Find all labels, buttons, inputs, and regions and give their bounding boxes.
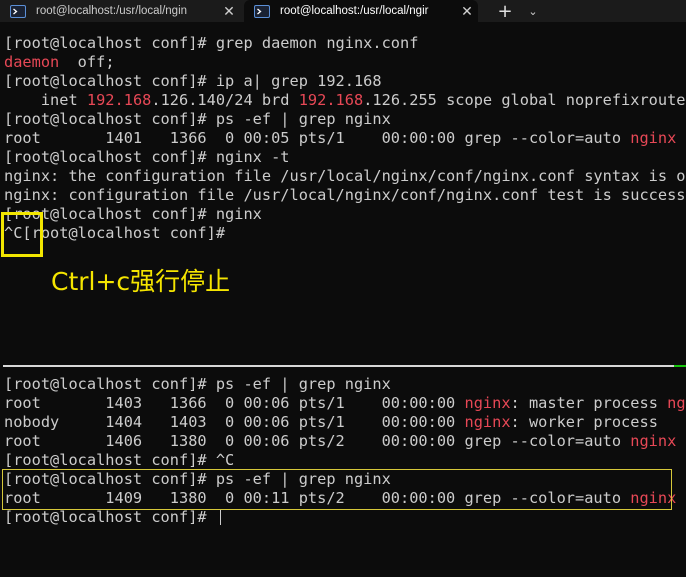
terminal-line: [root@localhost conf]# ps -ef | grep ngi…: [4, 375, 686, 394]
terminal-line: root 1406 1380 0 00:06 pts/2 00:00:00 gr…: [4, 432, 686, 451]
tab-session-1[interactable]: root@localhost:/usr/local/ngin ✕: [0, 0, 240, 22]
new-tab-button[interactable]: +: [492, 0, 518, 22]
terminal-line: [root@localhost conf]#: [4, 508, 686, 527]
terminal-text: [root@localhost conf]#: [4, 508, 216, 526]
pane-divider[interactable]: [3, 365, 686, 367]
tab-title: root@localhost:/usr/local/ngin: [36, 5, 188, 17]
terminal-icon: [10, 4, 26, 18]
terminal-pane-top[interactable]: [root@localhost conf]# grep daemon nginx…: [4, 34, 686, 244]
terminal-line: daemon off;: [4, 53, 686, 72]
terminal-line: nginx: configuration file /usr/local/ngi…: [4, 186, 686, 205]
terminal-text: root 1401 1366 0 00:05 pts/1 00:00:00 gr…: [4, 129, 631, 147]
highlighted-match-text: nginx: [630, 432, 677, 450]
terminal-window: root@localhost:/usr/local/ngin ✕ root@lo…: [0, 0, 686, 577]
terminal-line: nobody 1404 1403 0 00:06 pts/1 00:00:00 …: [4, 413, 686, 432]
terminal-line: [root@localhost conf]# grep daemon nginx…: [4, 34, 686, 53]
terminal-text: [root@localhost conf]# ip a| grep 192.16…: [4, 72, 382, 90]
terminal-text: nobody 1404 1403 0 00:06 pts/1 00:00:00: [4, 413, 465, 431]
terminal-text: root 1403 1366 0 00:06 pts/1 00:00:00: [4, 394, 465, 412]
chevron-down-icon[interactable]: ⌄: [522, 0, 544, 22]
close-icon[interactable]: ✕: [456, 3, 478, 20]
tab-bar: root@localhost:/usr/local/ngin ✕ root@lo…: [0, 0, 686, 22]
terminal-line: [root@localhost conf]# nginx: [4, 205, 686, 224]
terminal-text: .126.140/24 brd: [151, 91, 299, 109]
annotation-text: Ctrl+c强行停止: [51, 267, 231, 296]
terminal-text: inet: [4, 91, 87, 109]
terminal-text: off;: [59, 53, 115, 71]
terminal-text: : master process: [510, 394, 668, 412]
terminal-line: [root@localhost conf]# ip a| grep 192.16…: [4, 72, 686, 91]
terminal-pane-bottom[interactable]: [root@localhost conf]# ps -ef | grep ngi…: [4, 375, 686, 535]
terminal-line: [root@localhost conf]# nginx -t: [4, 148, 686, 167]
terminal-line: inet 192.168.126.140/24 brd 192.168.126.…: [4, 91, 686, 110]
terminal-text: [root@localhost conf]# ps -ef | grep ngi…: [4, 110, 391, 128]
terminal-line: [root@localhost conf]# ps -ef | grep ngi…: [4, 110, 686, 129]
highlighted-match-text: nginx: [464, 394, 511, 412]
tab-session-2[interactable]: root@localhost:/usr/local/ngir ✕: [244, 0, 478, 22]
terminal-text: .126.255 scope global noprefixroute d: [363, 91, 686, 109]
highlighted-match-text: ngin: [667, 394, 686, 412]
text-cursor: [219, 509, 221, 525]
terminal-line: ^C[root@localhost conf]#: [4, 224, 686, 243]
highlighted-match-text: daemon: [4, 53, 60, 71]
terminal-text: nginx: configuration file /usr/local/ngi…: [4, 186, 686, 204]
terminal-icon: [254, 4, 270, 18]
terminal-line: nginx: the configuration file /usr/local…: [4, 167, 686, 186]
annotation-highlight-box: [1, 212, 43, 257]
highlighted-match-text: 192.168: [86, 91, 152, 109]
terminal-text: nginx: the configuration file /usr/local…: [4, 167, 686, 185]
terminal-text: [root@localhost conf]# ^C: [4, 451, 235, 469]
terminal-text: [root@localhost conf]# grep daemon nginx…: [4, 34, 419, 52]
active-pane-indicator: [674, 365, 686, 367]
terminal-text: [root@localhost conf]# ps -ef | grep ngi…: [4, 375, 391, 393]
terminal-text: root 1406 1380 0 00:06 pts/2 00:00:00 gr…: [4, 432, 631, 450]
terminal-line: root 1401 1366 0 00:05 pts/1 00:00:00 gr…: [4, 129, 686, 148]
highlighted-match-text: nginx: [630, 129, 677, 147]
output-highlight-box: [2, 469, 672, 510]
terminal-line: root 1403 1366 0 00:06 pts/1 00:00:00 ng…: [4, 394, 686, 413]
terminal-line: [root@localhost conf]# ^C: [4, 451, 686, 470]
highlighted-match-text: 192.168: [298, 91, 364, 109]
tab-title: root@localhost:/usr/local/ngir: [280, 5, 429, 17]
terminal-text: [root@localhost conf]# nginx -t: [4, 148, 290, 166]
highlighted-match-text: nginx: [464, 413, 511, 431]
terminal-text: : worker process: [510, 413, 658, 431]
close-icon[interactable]: ✕: [218, 3, 240, 20]
